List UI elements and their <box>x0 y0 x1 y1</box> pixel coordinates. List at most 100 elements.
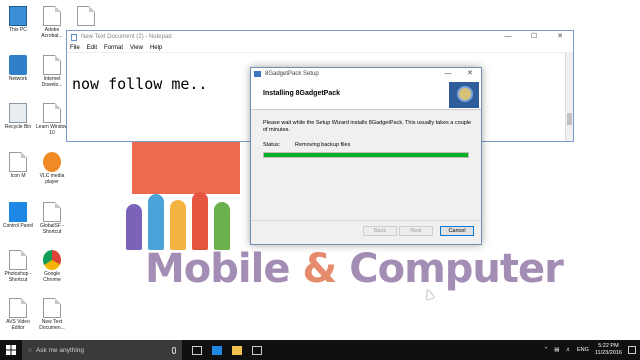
desktop-icon-adobe[interactable]: Adobe Acrobat... <box>36 6 68 39</box>
desktop-icon-label: Adobe Acrobat... <box>41 27 63 39</box>
status-value: Removing backup files <box>295 142 351 148</box>
setup-dialog[interactable]: 8GadgetPack Setup — ✕ Installing 8Gadget… <box>250 67 482 245</box>
logo-text: Mobile & Computer <box>145 246 564 292</box>
desktop-icon-label: VLC media player <box>39 173 65 185</box>
this-pc-icon <box>9 6 27 26</box>
clock[interactable]: 5:22 PM 11/23/2016 <box>595 343 622 357</box>
desktop-icon-label: Photoshop - Shortcut <box>4 271 32 283</box>
notepad-title: New Text Document (2) - Notepad <box>81 34 172 40</box>
microphone-icon[interactable] <box>172 346 176 354</box>
setup-title: 8GadgetPack Setup <box>265 71 319 77</box>
vlc-icon <box>43 152 61 172</box>
notepad-menubar: File Edit Format View Help <box>67 43 573 53</box>
logo-person <box>148 194 164 250</box>
system-tray: ⌃ ▤ ♬ ENG 5:22 PM 11/23/2016 <box>544 343 640 357</box>
desktop-icon-this-pc[interactable]: This PC <box>2 6 34 33</box>
minimize-button[interactable]: — <box>437 68 459 80</box>
desktop-icon-internet-download[interactable]: Internet Downlo... <box>36 55 68 88</box>
desktop-icon-new-text-doc[interactable]: New Text Documen... <box>36 298 68 331</box>
network-icon <box>9 55 27 75</box>
desktop-icon-label: Google Chrome <box>43 271 61 283</box>
logo-amp: & <box>302 246 337 292</box>
setup-app-icon <box>254 71 261 77</box>
document-icon <box>9 152 27 172</box>
cancel-button[interactable]: Cancel <box>440 226 474 236</box>
desktop-icon-label: Internet Downlo... <box>41 76 63 88</box>
chrome-icon <box>43 250 61 270</box>
document-icon <box>43 55 61 75</box>
menu-format[interactable]: Format <box>104 45 123 51</box>
start-button[interactable] <box>0 340 22 360</box>
scrollbar-thumb[interactable] <box>567 113 572 125</box>
logo-person <box>170 200 186 250</box>
search-placeholder: Ask me anything <box>35 346 84 354</box>
desktop-icon-label: New Text Documen... <box>39 319 65 331</box>
menu-help[interactable]: Help <box>150 45 162 51</box>
clock-time: 5:22 PM <box>598 343 619 349</box>
desktop-icon-label: Icon M <box>10 173 26 179</box>
cortana-icon: ○ <box>28 346 32 354</box>
volume-icon[interactable]: ♬ <box>565 347 571 353</box>
document-icon <box>43 202 61 222</box>
desktop-icon-vlc[interactable]: VLC media player <box>36 152 68 185</box>
progress-bar <box>263 152 469 158</box>
back-button[interactable]: Back <box>363 226 397 236</box>
document-icon <box>9 250 27 270</box>
desktop-icon-label: Control Panel <box>2 223 34 229</box>
desktop-icon-recycle-bin[interactable]: Recycle Bin <box>2 103 34 130</box>
cortana-search-box[interactable]: ○ Ask me anything <box>22 340 182 360</box>
logo-person <box>126 204 142 250</box>
logo-person <box>214 202 230 250</box>
setup-description: Please wait while the Setup Wizard insta… <box>263 120 472 133</box>
action-center-icon[interactable] <box>628 346 636 354</box>
task-view-icon[interactable] <box>192 345 202 355</box>
menu-file[interactable]: File <box>70 45 80 51</box>
chevron-up-icon[interactable]: ⌃ <box>544 347 549 353</box>
next-button[interactable]: Next <box>399 226 433 236</box>
document-icon <box>43 298 61 318</box>
desktop-icon-control-panel[interactable]: Control Panel <box>2 202 34 229</box>
language-indicator[interactable]: ENG <box>577 347 589 353</box>
desktop-icon-label: GlobalSF - Shortcut <box>40 223 64 235</box>
edge-icon[interactable] <box>212 345 222 355</box>
close-button[interactable]: ✕ <box>459 68 481 80</box>
desktop-icon-photoshop[interactable]: Photoshop - Shortcut <box>2 250 34 283</box>
document-icon <box>43 6 61 26</box>
control-panel-icon <box>9 202 27 222</box>
desktop-icon-avs-video[interactable]: AVS Video Editor <box>2 298 34 331</box>
minimize-button[interactable]: — <box>495 31 521 43</box>
progress-fill <box>264 153 468 157</box>
setup-footer: Back Next Cancel <box>251 220 481 244</box>
logo-person <box>192 192 208 250</box>
desktop-icon-icon-m[interactable]: Icon M <box>2 152 34 179</box>
recycle-bin-icon <box>9 103 27 123</box>
maximize-button[interactable]: ☐ <box>521 31 547 43</box>
desktop-icon-network[interactable]: Network <box>2 55 34 82</box>
close-button[interactable]: ✕ <box>547 31 573 43</box>
desktop-icon-label: Network <box>8 76 28 82</box>
gadget-banner-icon <box>449 82 479 108</box>
file-explorer-icon[interactable] <box>232 345 242 355</box>
document-icon <box>9 298 27 318</box>
logo-word: Mobile <box>145 246 290 292</box>
document-icon <box>77 6 95 26</box>
desktop-icon-blank[interactable] <box>70 6 102 27</box>
setup-titlebar[interactable]: 8GadgetPack Setup — ✕ <box>251 68 481 80</box>
clock-date: 11/23/2016 <box>594 350 622 356</box>
notepad-text-area[interactable]: now follow me.. <box>72 75 207 93</box>
logo-word: Computer <box>349 246 564 292</box>
menu-view[interactable]: View <box>130 45 143 51</box>
desktop-icon-chrome[interactable]: Google Chrome <box>36 250 68 283</box>
network-tray-icon[interactable]: ▤ <box>554 347 559 353</box>
desktop-icon-label: Recycle Bin <box>4 124 32 130</box>
vertical-scrollbar[interactable] <box>565 53 573 141</box>
windows-logo-icon <box>6 345 16 355</box>
notepad-titlebar[interactable]: New Text Document (2) - Notepad — ☐ ✕ <box>67 31 573 43</box>
desktop-icon-globalsf[interactable]: GlobalSF - Shortcut <box>36 202 68 235</box>
setup-heading: Installing 8GadgetPack <box>263 90 341 97</box>
desktop-icon-learn-window[interactable]: Learn Window 10 <box>36 103 68 136</box>
setup-header: Installing 8GadgetPack <box>251 80 481 110</box>
menu-edit[interactable]: Edit <box>87 45 97 51</box>
taskbar: ○ Ask me anything ⌃ ▤ ♬ ENG 5:22 PM 11/2… <box>0 340 640 360</box>
store-icon[interactable] <box>252 345 262 355</box>
